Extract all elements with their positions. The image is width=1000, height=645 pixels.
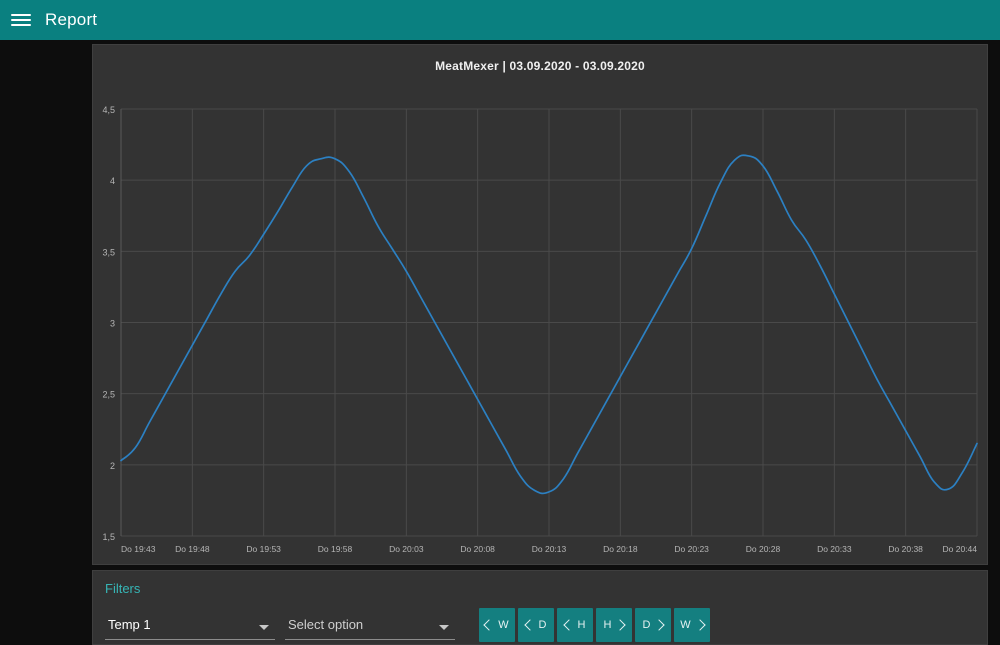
- x-axis-tick-label: Do 20:23: [674, 544, 709, 554]
- y-axis-tick-label: 3: [110, 319, 115, 329]
- next-day-button[interactable]: D: [635, 608, 671, 642]
- x-axis-tick-label: Do 19:48: [175, 544, 210, 554]
- y-axis-tick-label: 2,5: [102, 390, 115, 400]
- chart-card: MeatMexer | 03.09.2020 - 03.09.2020 1,52…: [92, 44, 988, 565]
- filters-heading: Filters: [105, 581, 975, 596]
- chart-plot-area: 1,5 2 2,5 3 3,5 4 4,5 Do 19:43 Do 19:48 Do 19:53 D…: [93, 45, 987, 564]
- next-hour-button[interactable]: H: [596, 608, 632, 642]
- chevron-left-icon: [563, 619, 574, 630]
- next-week-button[interactable]: W: [674, 608, 710, 642]
- chevron-left-icon: [524, 619, 535, 630]
- x-axis-tick-label: Do 20:18: [603, 544, 638, 554]
- sensor-select-value: Temp 1: [108, 617, 151, 632]
- nav-button-label: H: [604, 619, 612, 631]
- chevron-left-icon: [484, 619, 495, 630]
- page-body: MeatMexer | 03.09.2020 - 03.09.2020 1,52…: [0, 40, 1000, 645]
- nav-button-label: D: [539, 619, 547, 631]
- time-navigation-buttons: WDHHDW: [479, 608, 710, 642]
- y-axis-tick-label: 4,5: [102, 105, 115, 115]
- x-axis-tick-label: Do 19:53: [246, 544, 281, 554]
- x-axis-tick-label: Do 20:38: [888, 544, 923, 554]
- prev-week-button[interactable]: W: [479, 608, 515, 642]
- x-axis-tick-label: Do 20:28: [746, 544, 781, 554]
- nav-button-label: H: [578, 619, 586, 631]
- x-axis-tick-label: Do 20:13: [532, 544, 567, 554]
- y-axis-tick-label: 1,5: [102, 532, 115, 542]
- nav-button-label: W: [680, 619, 690, 631]
- filters-card: Filters Temp 1 Select option W D H H D W: [92, 570, 988, 645]
- chevron-right-icon: [615, 619, 626, 630]
- x-axis-tick-label: Do 20:33: [817, 544, 852, 554]
- page-title: Report: [45, 10, 97, 30]
- nav-button-label: D: [643, 619, 651, 631]
- chevron-down-icon: [439, 625, 449, 630]
- option-select[interactable]: Select option: [285, 616, 455, 640]
- chevron-right-icon: [694, 619, 705, 630]
- prev-day-button[interactable]: D: [518, 608, 554, 642]
- chevron-down-icon: [259, 625, 269, 630]
- x-axis-tick-label: Do 20:03: [389, 544, 424, 554]
- y-axis-tick-label: 4: [110, 176, 115, 186]
- chevron-right-icon: [654, 619, 665, 630]
- nav-button-label: W: [498, 619, 508, 631]
- sensor-select[interactable]: Temp 1: [105, 616, 275, 640]
- app-header: Report: [0, 0, 1000, 40]
- prev-hour-button[interactable]: H: [557, 608, 593, 642]
- x-axis-tick-label: Do 19:43: [121, 544, 156, 554]
- x-axis-tick-label: Do 19:58: [318, 544, 353, 554]
- line-chart-svg: 1,5 2 2,5 3 3,5 4 4,5 Do 19:43 Do 19:48 Do 19:53 D…: [93, 45, 987, 564]
- x-axis-tick-label: Do 20:44: [943, 544, 978, 554]
- hamburger-icon[interactable]: [11, 12, 31, 28]
- filters-row: Temp 1 Select option W D H H D W: [105, 608, 975, 640]
- y-axis-tick-label: 3,5: [102, 247, 115, 257]
- y-axis-tick-label: 2: [110, 461, 115, 471]
- x-axis-tick-label: Do 20:08: [460, 544, 495, 554]
- option-select-value: Select option: [288, 617, 363, 632]
